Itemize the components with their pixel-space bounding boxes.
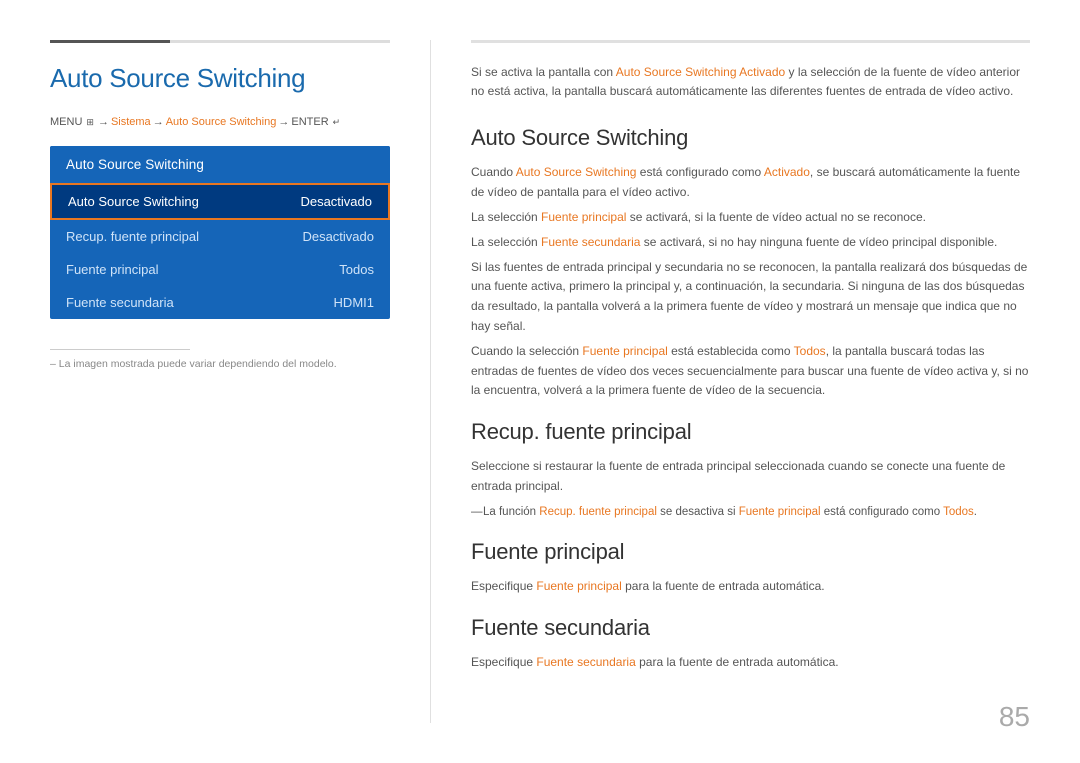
section-body-fs: Especifique Fuente secundaria para la fu… (471, 653, 1030, 673)
inline-auto: Auto Source Switching (516, 165, 637, 179)
left-column: Auto Source Switching MENU ⊞ → Sistema →… (50, 40, 420, 723)
breadcrumb-menu: MENU (50, 116, 82, 128)
breadcrumb: MENU ⊞ → Sistema → Auto Source Switching… (50, 116, 390, 128)
intro-text: Si se activa la pantalla con Auto Source… (471, 63, 1030, 101)
top-rule-right (471, 40, 1030, 43)
section-title-recup: Recup. fuente principal (471, 419, 1030, 445)
breadcrumb-enter-icon: ↵ (333, 117, 341, 128)
note-recup: La función Recup. fuente principal se de… (471, 503, 1030, 521)
menu-item-fuente-principal[interactable]: Fuente principal Todos (50, 253, 390, 286)
section-fuente-principal: Fuente principal Especifique Fuente prin… (471, 539, 1030, 597)
section-title-auto: Auto Source Switching (471, 125, 1030, 151)
left-title: Auto Source Switching (50, 63, 390, 94)
inline-todos: Todos (794, 344, 826, 358)
inline-fs2: Fuente secundaria (536, 655, 635, 669)
divider-rule (50, 349, 190, 350)
inline-activado: Activado (764, 165, 810, 179)
page-number: 85 (999, 701, 1030, 733)
menu-item-value-fp: Todos (339, 262, 374, 277)
note-todos-link: Todos (943, 506, 974, 518)
intro-highlight-1: Auto Source Switching Activado (616, 65, 785, 79)
breadcrumb-sep1: → (98, 116, 109, 128)
inline-fs1: Fuente secundaria (541, 235, 640, 249)
section-body-fp: Especifique Fuente principal para la fue… (471, 577, 1030, 597)
top-rule-left (50, 40, 390, 43)
menu-item-fuente-secundaria[interactable]: Fuente secundaria HDMI1 (50, 286, 390, 319)
section-fuente-secundaria: Fuente secundaria Especifique Fuente sec… (471, 615, 1030, 673)
menu-item-value-auto: Desactivado (300, 194, 372, 209)
breadcrumb-sep2: → (153, 116, 164, 128)
footnote: La imagen mostrada puede variar dependie… (50, 358, 390, 370)
menu-panel-header: Auto Source Switching (50, 146, 390, 183)
section-title-fp: Fuente principal (471, 539, 1030, 565)
inline-fp3: Fuente principal (536, 579, 621, 593)
inline-fp1: Fuente principal (541, 210, 626, 224)
menu-item-label-fs: Fuente secundaria (66, 295, 174, 310)
section-body-auto: Cuando Auto Source Switching está config… (471, 163, 1030, 401)
breadcrumb-sistema[interactable]: Sistema (111, 116, 151, 128)
panel-header-text: Auto Source Switching (66, 157, 204, 172)
section-recup: Recup. fuente principal Seleccione si re… (471, 419, 1030, 521)
section-body-recup: Seleccione si restaurar la fuente de ent… (471, 457, 1030, 497)
menu-item-value-fs: HDMI1 (334, 295, 374, 310)
menu-item-label-fp: Fuente principal (66, 262, 159, 277)
inline-fp2: Fuente principal (582, 344, 667, 358)
menu-panel: Auto Source Switching Auto Source Switch… (50, 146, 390, 319)
breadcrumb-sep3: → (278, 116, 289, 128)
breadcrumb-menu-icon: ⊞ (86, 117, 94, 128)
note-recup-link: Recup. fuente principal (539, 506, 657, 518)
menu-item-value-recup: Desactivado (302, 229, 374, 244)
menu-item-recup[interactable]: Recup. fuente principal Desactivado (50, 220, 390, 253)
menu-item-label-auto: Auto Source Switching (68, 194, 199, 209)
section-auto-source: Auto Source Switching Cuando Auto Source… (471, 125, 1030, 401)
menu-item-label-recup: Recup. fuente principal (66, 229, 199, 244)
breadcrumb-auto[interactable]: Auto Source Switching (166, 116, 277, 128)
column-divider (430, 40, 431, 723)
breadcrumb-enter: ENTER (291, 116, 328, 128)
menu-item-auto-source[interactable]: Auto Source Switching Desactivado (50, 183, 390, 220)
section-title-fs: Fuente secundaria (471, 615, 1030, 641)
right-column: Si se activa la pantalla con Auto Source… (471, 40, 1030, 723)
note-fp-link: Fuente principal (739, 506, 821, 518)
